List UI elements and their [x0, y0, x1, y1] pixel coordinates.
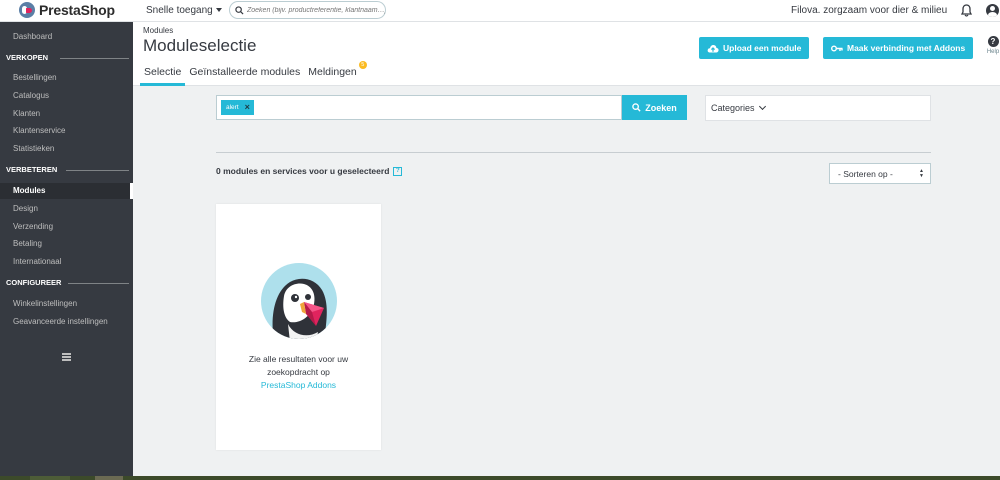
top-bar: PrestaShop Snelle toegang Filova. zorgza…	[0, 0, 1000, 22]
module-search-input[interactable]: alert ×	[216, 95, 622, 120]
page-title: Moduleselectie	[143, 36, 257, 55]
sidebar-item-catalogus[interactable]: Catalogus	[0, 88, 133, 104]
tab-selectie[interactable]: Selectie	[140, 64, 186, 86]
addons-card-text: Zie alle resultaten voor uw zoekopdracht…	[226, 353, 371, 392]
categories-dropdown[interactable]: Categories	[705, 95, 931, 121]
addons-card: Zie alle resultaten voor uw zoekopdracht…	[216, 204, 381, 450]
tab-geinstalleerde-modules[interactable]: Geïnstalleerde modules	[185, 64, 304, 86]
sort-label: - Sorteren op -	[838, 168, 893, 179]
notification-badge: 5	[358, 61, 367, 69]
sidebar-item-winkelinstellingen[interactable]: Winkelinstellingen	[0, 296, 133, 312]
divider	[60, 58, 129, 59]
divider	[68, 283, 129, 284]
search-button-label: Zoeken	[645, 102, 677, 113]
sidebar: Dashboard VERKOPEN Bestellingen Catalogu…	[0, 22, 133, 480]
tab-label: Geïnstalleerde modules	[189, 66, 301, 78]
breadcrumb[interactable]: Modules	[143, 26, 173, 35]
sidebar-item-dashboard[interactable]: Dashboard	[0, 29, 133, 45]
info-icon[interactable]: ?	[393, 166, 403, 176]
divider	[216, 152, 931, 153]
bell-icon[interactable]	[961, 4, 972, 17]
sidebar-item-design[interactable]: Design	[0, 201, 133, 217]
quick-access-dropdown[interactable]: Snelle toegang	[146, 5, 222, 16]
connect-addons-label: Maak verbinding met Addons	[847, 43, 966, 53]
search-tag: alert ×	[221, 100, 254, 115]
card-line-1: Zie alle resultaten voor uw	[248, 354, 349, 364]
sidebar-section-title: VERBETEREN	[6, 165, 58, 174]
sidebar-item-klantenservice[interactable]: Klantenservice	[0, 123, 133, 139]
chevron-down-icon	[758, 102, 766, 111]
prestashop-addons-link[interactable]: PrestaShop Addons	[226, 379, 371, 392]
sidebar-item-internationaal[interactable]: Internationaal	[0, 254, 133, 270]
results-count-text: 0 modules en services voor u geselecteer…	[216, 166, 390, 176]
sidebar-item-klanten[interactable]: Klanten	[0, 106, 133, 122]
search-button[interactable]: Zoeken	[622, 95, 687, 120]
brand-name: PrestaShop	[39, 2, 115, 18]
remove-tag-icon[interactable]: ×	[245, 100, 250, 115]
search-icon	[632, 103, 641, 112]
divider	[66, 170, 129, 171]
sidebar-item-betaling[interactable]: Betaling	[0, 236, 133, 252]
puffin-logo-icon	[19, 2, 35, 18]
key-icon	[831, 45, 843, 51]
sidebar-section-verkopen: VERKOPEN	[0, 51, 133, 65]
prestashop-logo[interactable]: PrestaShop	[19, 2, 115, 18]
tab-meldingen[interactable]: Meldingen 5	[304, 61, 367, 86]
tab-label: Selectie	[144, 66, 182, 78]
cloud-upload-icon	[707, 44, 719, 52]
upload-module-label: Upload een module	[723, 43, 802, 53]
puffin-illustration	[261, 263, 337, 339]
help-button[interactable]: ? Help	[986, 36, 1000, 55]
sidebar-section-verbeteren: VERBETEREN	[0, 163, 133, 177]
sidebar-item-statistieken[interactable]: Statistieken	[0, 141, 133, 157]
collapse-menu-icon[interactable]	[62, 353, 71, 361]
sort-dropdown[interactable]: - Sorteren op - ▲ ▼	[829, 163, 931, 184]
upload-module-button[interactable]: Upload een module	[699, 37, 810, 59]
sidebar-item-verzending[interactable]: Verzending	[0, 219, 133, 235]
sidebar-item-modules[interactable]: Modules	[0, 183, 133, 199]
sidebar-section-title: CONFIGUREER	[6, 278, 62, 287]
tab-label: Meldingen	[308, 66, 357, 78]
help-label: Help	[986, 49, 1000, 55]
categories-label: Categories	[711, 103, 755, 113]
sidebar-section-configureer: CONFIGUREER	[0, 276, 133, 290]
top-search-bar[interactable]	[229, 1, 386, 19]
sidebar-item-geavanceerde-instellingen[interactable]: Geavanceerde instellingen	[0, 314, 133, 330]
module-tabs: Selectie Geïnstalleerde modules Meldinge…	[140, 61, 367, 86]
shop-name-link[interactable]: Filova. zorgzaam voor dier & milieu	[791, 5, 947, 16]
search-tag-label: alert	[226, 104, 239, 111]
taskbar-strip	[0, 476, 1000, 480]
user-account-icon[interactable]	[986, 4, 999, 17]
connect-addons-button[interactable]: Maak verbinding met Addons	[823, 37, 974, 59]
search-icon	[235, 5, 244, 15]
card-line-2: zoekopdracht op	[267, 367, 330, 377]
sort-arrows-icon: ▲ ▼	[919, 168, 924, 179]
quick-access-label: Snelle toegang	[146, 5, 213, 16]
results-count: 0 modules en services voor u geselecteer…	[216, 166, 403, 176]
question-icon: ?	[987, 36, 999, 47]
sidebar-section-title: VERKOPEN	[6, 53, 49, 62]
sidebar-item-bestellingen[interactable]: Bestellingen	[0, 70, 133, 86]
caret-down-icon	[215, 8, 222, 13]
page-header: Modules Moduleselectie Upload een module…	[133, 22, 1000, 86]
top-search-input[interactable]	[247, 6, 385, 14]
